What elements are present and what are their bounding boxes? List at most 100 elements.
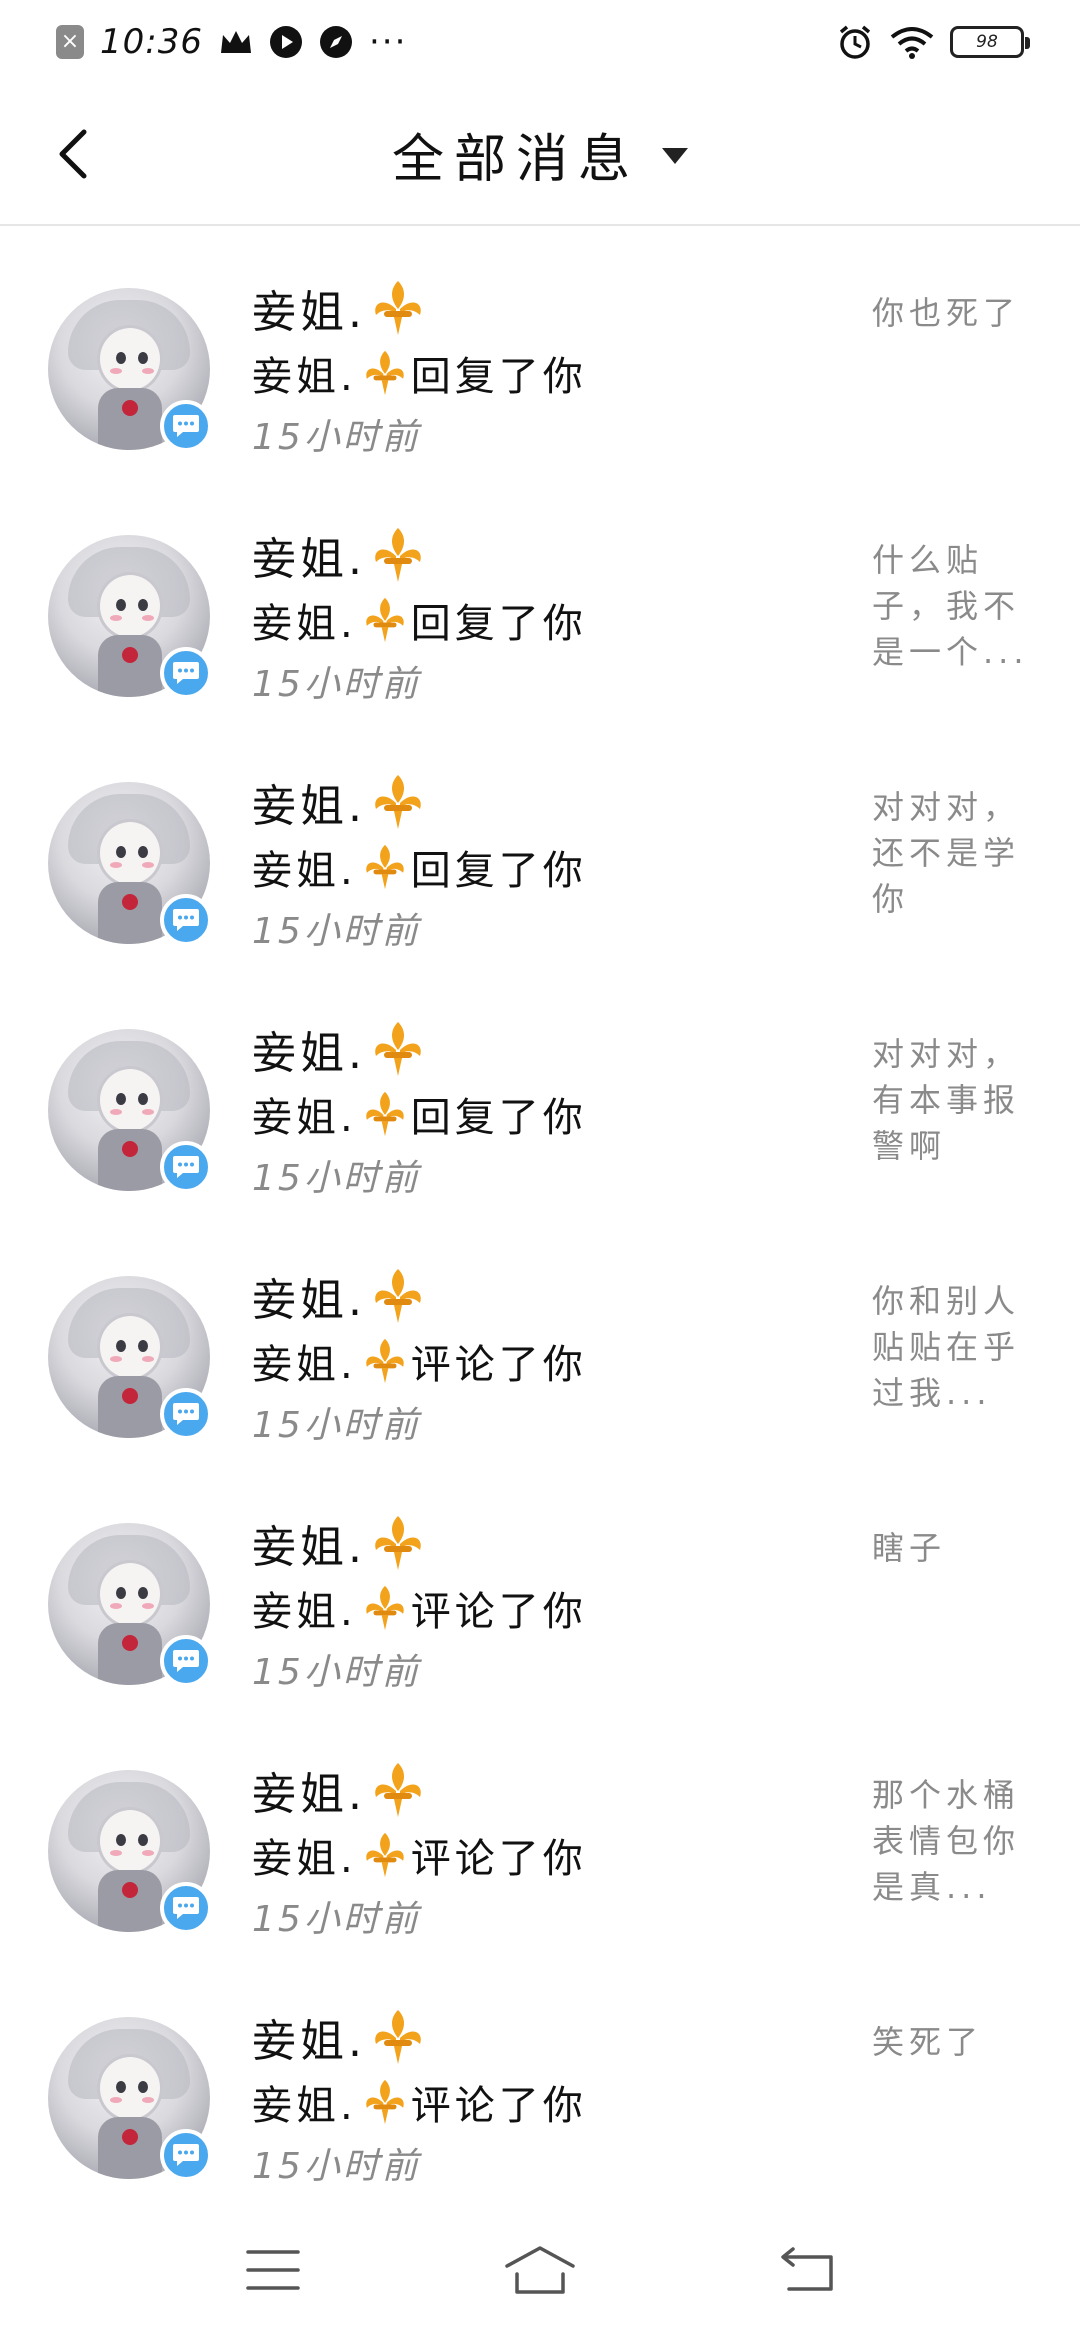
action-sender-name: 妾姐. — [252, 1836, 357, 1882]
message-texts: 妾姐. 妾姐. 评论了你 15小时前 — [252, 1509, 852, 1699]
compass-icon — [319, 25, 353, 59]
sender-name-line[interactable]: 妾姐. — [252, 2003, 852, 2071]
action-line: 妾姐. 评论了你 — [252, 1577, 852, 1639]
action-sender-name: 妾姐. — [252, 1342, 357, 1388]
sender-name-line[interactable]: 妾姐. — [252, 274, 852, 342]
top-header: 全部消息 — [0, 84, 1080, 226]
sender-name[interactable]: 妾姐. — [252, 276, 366, 340]
message-preview[interactable]: 什么贴子，我不是一个... — [872, 537, 1032, 675]
action-sender-name: 妾姐. — [252, 2083, 357, 2129]
action-text: 评论了你 — [410, 1342, 587, 1388]
sender-name[interactable]: 妾姐. — [252, 1017, 366, 1081]
notification-close-icon: × — [56, 25, 84, 59]
avatar-wrapper[interactable] — [48, 288, 212, 452]
message-item[interactable]: 妾姐. 妾姐. 回复了你 15小时前 什么贴子，我不是一个... — [0, 473, 1080, 720]
action-line: 妾姐. 评论了你 — [252, 1824, 852, 1886]
action-line: 妾姐. 回复了你 — [252, 1083, 852, 1145]
sender-name[interactable]: 妾姐. — [252, 1758, 366, 1822]
message-item[interactable]: 妾姐. 妾姐. 评论了你 15小时前 那个水桶表情包你是真... — [0, 1708, 1080, 1955]
message-time: 15小时前 — [252, 664, 421, 705]
crown-icon — [219, 27, 253, 57]
page-title: 全部消息 — [391, 129, 640, 190]
sender-name[interactable]: 妾姐. — [252, 2005, 366, 2069]
fleur-de-lis-icon — [359, 2076, 411, 2128]
home-button[interactable] — [495, 2235, 585, 2305]
action-text: 回复了你 — [410, 601, 587, 647]
message-preview[interactable]: 你和别人贴贴在乎过我... — [872, 1278, 1032, 1416]
wifi-icon — [890, 25, 934, 59]
action-sender-name: 妾姐. — [252, 1589, 357, 1635]
message-preview[interactable]: 笑死了 — [872, 2019, 1032, 2065]
action-line: 妾姐. 评论了你 — [252, 1330, 852, 1392]
message-item[interactable]: 妾姐. 妾姐. 回复了你 15小时前 对对对，还不是学你 — [0, 720, 1080, 967]
system-nav-bar — [0, 2200, 1080, 2340]
chat-bubble-icon — [160, 1388, 212, 1440]
message-texts: 妾姐. 妾姐. 评论了你 15小时前 — [252, 2003, 852, 2193]
action-text: 评论了你 — [410, 2083, 587, 2129]
menu-button[interactable] — [228, 2235, 318, 2305]
chat-bubble-icon — [160, 1141, 212, 1193]
avatar-wrapper[interactable] — [48, 535, 212, 699]
message-texts: 妾姐. 妾姐. 评论了你 15小时前 — [252, 1756, 852, 1946]
message-item[interactable]: 妾姐. 妾姐. 评论了你 15小时前 笑死了 — [0, 1955, 1080, 2202]
menu-icon — [246, 2250, 301, 2290]
avatar-wrapper[interactable] — [48, 2017, 212, 2181]
message-time: 15小时前 — [252, 1899, 421, 1940]
return-icon — [780, 2247, 833, 2291]
chat-bubble-icon — [160, 2129, 212, 2181]
action-line: 妾姐. 评论了你 — [252, 2071, 852, 2133]
sender-name-line[interactable]: 妾姐. — [252, 1015, 852, 1083]
fleur-de-lis-icon — [359, 1088, 411, 1140]
message-texts: 妾姐. 妾姐. 评论了你 15小时前 — [252, 1262, 852, 1452]
chat-bubble-icon — [160, 1882, 212, 1934]
sender-name[interactable]: 妾姐. — [252, 770, 366, 834]
sender-name-line[interactable]: 妾姐. — [252, 521, 852, 589]
avatar-wrapper[interactable] — [48, 1029, 212, 1193]
action-line: 妾姐. 回复了你 — [252, 342, 852, 404]
message-preview[interactable]: 对对对，还不是学你 — [872, 784, 1032, 922]
message-texts: 妾姐. 妾姐. 回复了你 15小时前 — [252, 521, 852, 711]
sender-name-line[interactable]: 妾姐. — [252, 1262, 852, 1330]
message-time: 15小时前 — [252, 2146, 421, 2187]
message-filter-dropdown[interactable]: 全部消息 — [392, 117, 688, 192]
chevron-left-icon — [59, 129, 87, 179]
sender-name[interactable]: 妾姐. — [252, 1511, 366, 1575]
avatar-wrapper[interactable] — [48, 1276, 212, 1440]
chat-bubble-icon — [160, 894, 212, 946]
fleur-de-lis-icon — [368, 1760, 428, 1820]
sender-name[interactable]: 妾姐. — [252, 1264, 366, 1328]
sender-name-line[interactable]: 妾姐. — [252, 1509, 852, 1577]
message-time: 15小时前 — [252, 1158, 421, 1199]
avatar-wrapper[interactable] — [48, 1770, 212, 1934]
message-preview[interactable]: 对对对，有本事报警啊 — [872, 1031, 1032, 1169]
message-preview[interactable]: 瞎子 — [872, 1525, 1032, 1571]
play-icon — [269, 25, 303, 59]
message-item[interactable]: 妾姐. 妾姐. 评论了你 15小时前 瞎子 — [0, 1461, 1080, 1708]
status-bar: × 10:36 ··· 98 — [0, 0, 1080, 84]
sender-name-line[interactable]: 妾姐. — [252, 1756, 852, 1824]
message-time: 15小时前 — [252, 1405, 421, 1446]
chat-bubble-icon — [160, 647, 212, 699]
fleur-de-lis-icon — [368, 2007, 428, 2067]
message-list: 妾姐. 妾姐. 回复了你 15小时前 你也死了 妾姐. 妾姐. 回复了你 15小… — [0, 226, 1080, 2202]
fleur-de-lis-icon — [368, 278, 428, 338]
message-preview[interactable]: 那个水桶表情包你是真... — [872, 1772, 1032, 1910]
message-item[interactable]: 妾姐. 妾姐. 回复了你 15小时前 你也死了 — [0, 226, 1080, 473]
message-time: 15小时前 — [252, 417, 421, 458]
message-preview[interactable]: 你也死了 — [872, 290, 1032, 336]
sender-name[interactable]: 妾姐. — [252, 523, 366, 587]
chat-bubble-icon — [160, 400, 212, 452]
avatar-wrapper[interactable] — [48, 1523, 212, 1687]
message-item[interactable]: 妾姐. 妾姐. 评论了你 15小时前 你和别人贴贴在乎过我... — [0, 1214, 1080, 1461]
message-texts: 妾姐. 妾姐. 回复了你 15小时前 — [252, 274, 852, 464]
action-line: 妾姐. 回复了你 — [252, 589, 852, 651]
message-item[interactable]: 妾姐. 妾姐. 回复了你 15小时前 对对对，有本事报警啊 — [0, 967, 1080, 1214]
sender-name-line[interactable]: 妾姐. — [252, 768, 852, 836]
fleur-de-lis-icon — [359, 1829, 411, 1881]
return-button[interactable] — [762, 2235, 852, 2305]
avatar-wrapper[interactable] — [48, 782, 212, 946]
fleur-de-lis-icon — [368, 1266, 428, 1326]
action-line: 妾姐. 回复了你 — [252, 836, 852, 898]
back-button[interactable] — [44, 124, 104, 184]
status-left: × 10:36 ··· — [56, 22, 407, 62]
